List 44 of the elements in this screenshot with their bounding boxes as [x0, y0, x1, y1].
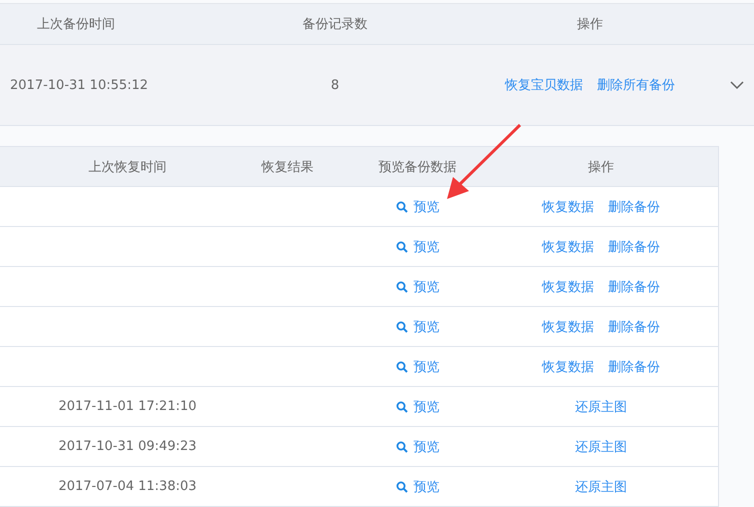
preview-link[interactable]: 预览 — [396, 278, 440, 296]
search-icon — [396, 480, 408, 492]
table-cell: 2017-11-01 17:21:10 — [58, 399, 197, 414]
column-header: 操作 — [577, 16, 603, 33]
search-icon — [396, 200, 408, 212]
column-header: 操作 — [588, 158, 614, 176]
preview-link[interactable]: 预览 — [396, 358, 440, 376]
table-cell: 8 — [330, 78, 340, 92]
column-header: 恢复结果 — [262, 158, 314, 176]
action-link[interactable]: 删除备份 — [608, 198, 660, 216]
action-link[interactable]: 还原主图 — [575, 438, 627, 456]
action-link[interactable]: 恢复数据 — [542, 238, 594, 256]
action-link[interactable]: 恢复宝贝数据 — [505, 76, 583, 94]
action-link[interactable]: 删除备份 — [608, 318, 660, 336]
search-icon — [396, 400, 408, 412]
action-link[interactable]: 恢复数据 — [542, 318, 594, 336]
action-link[interactable]: 还原主图 — [575, 398, 627, 416]
action-link[interactable]: 删除备份 — [608, 358, 660, 376]
search-icon — [396, 240, 408, 252]
table-cell: 2017-10-31 09:49:23 — [58, 439, 197, 454]
search-icon — [396, 360, 408, 372]
preview-link[interactable]: 预览 — [396, 398, 440, 416]
preview-link[interactable]: 预览 — [396, 198, 440, 216]
action-link[interactable]: 恢复数据 — [542, 198, 594, 216]
table-cell: 2017-10-31 10:55:12 — [10, 78, 148, 92]
search-icon — [396, 320, 408, 332]
search-icon — [396, 280, 408, 292]
column-header: 上次恢复时间 — [88, 158, 166, 176]
action-link[interactable]: 恢复数据 — [542, 358, 594, 376]
preview-link[interactable]: 预览 — [396, 238, 440, 256]
column-header: 预览备份数据 — [378, 158, 456, 176]
column-header: 备份记录数 — [302, 16, 368, 33]
action-link[interactable]: 删除备份 — [608, 238, 660, 256]
chevron-icon[interactable] — [730, 80, 744, 90]
search-icon — [396, 440, 408, 452]
preview-link[interactable]: 预览 — [396, 318, 440, 336]
preview-link[interactable]: 预览 — [396, 478, 440, 496]
action-link[interactable]: 删除所有备份 — [597, 76, 675, 94]
action-link[interactable]: 删除备份 — [608, 278, 660, 296]
preview-link[interactable]: 预览 — [396, 438, 440, 456]
column-header: 上次备份时间 — [37, 16, 115, 33]
action-link[interactable]: 恢复数据 — [542, 278, 594, 296]
table-cell: 2017-07-04 11:38:03 — [58, 479, 197, 494]
action-link[interactable]: 还原主图 — [575, 478, 627, 496]
